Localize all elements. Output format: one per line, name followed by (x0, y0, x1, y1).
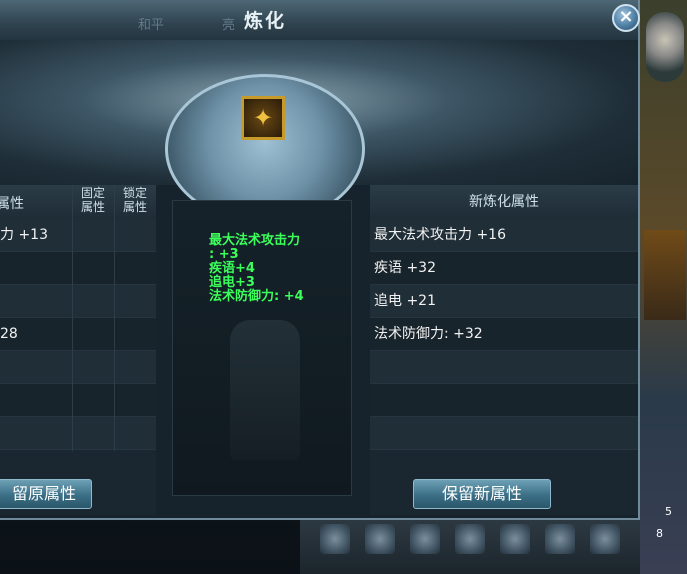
list-item (0, 285, 156, 318)
list-item: 力 +13 (0, 219, 156, 252)
refine-window: 和平 亮 炼化 × ✦ 属性 固定 属性 锁定 属性 力 +13 28 留原属性 最… (0, 0, 640, 520)
close-icon: × (618, 6, 634, 27)
original-attributes-header: 属性 固定 属性 锁定 属性 (0, 185, 156, 219)
list-item (0, 252, 156, 285)
keep-original-button[interactable]: 留原属性 (0, 479, 92, 509)
list-item (0, 417, 156, 450)
skill-count: 8 (656, 527, 663, 540)
game-background-strip (640, 0, 687, 574)
npc-banner (644, 230, 686, 320)
list-item: 28 (0, 318, 156, 351)
new-attributes-header: 新炼化属性 (370, 185, 638, 219)
list-item: 追电 +21 (370, 285, 638, 318)
decorative-statue (230, 320, 300, 460)
list-item (0, 384, 156, 417)
close-button[interactable]: × (612, 4, 640, 32)
skill-slot[interactable] (320, 524, 350, 554)
skill-bar (300, 516, 640, 574)
preview-line: 疾语+4 (209, 261, 255, 276)
list-item: 法术防御力: +32 (370, 318, 638, 351)
character-portrait[interactable] (646, 12, 684, 82)
armor-item-icon[interactable]: ✦ (241, 96, 285, 140)
skill-slot[interactable] (590, 524, 620, 554)
title-bar[interactable]: 和平 亮 炼化 (0, 0, 638, 40)
list-item: 疾语 +32 (370, 252, 638, 285)
list-item (370, 351, 638, 384)
list-item (370, 417, 638, 450)
skill-slot[interactable] (545, 524, 575, 554)
skill-slot[interactable] (455, 524, 485, 554)
skill-slot[interactable] (410, 524, 440, 554)
preview-line: 最大法术攻击力 (209, 233, 301, 248)
fixed-attribute-header: 固定 属性 (80, 186, 105, 214)
list-item (0, 351, 156, 384)
refine-preview-text: 最大法术攻击力 : +3 疾语+4 追电+3 法术防御力: +4 (209, 234, 304, 304)
lock-attribute-header: 锁定 属性 (122, 186, 147, 214)
preview-line: : +3 (209, 247, 239, 262)
skill-slot[interactable] (500, 524, 530, 554)
list-item: 最大法术攻击力 +16 (370, 219, 638, 252)
column-divider (72, 185, 73, 451)
attribute-column-header: 属性 (0, 196, 24, 212)
skill-count: 5 (665, 505, 672, 518)
refine-banner (0, 40, 638, 224)
keep-new-button[interactable]: 保留新属性 (413, 479, 551, 509)
preview-line: 追电+3 (209, 275, 255, 290)
window-title: 炼化 (243, 10, 286, 32)
list-item (370, 384, 638, 417)
column-divider (114, 185, 115, 451)
preview-line: 法术防御力: +4 (209, 289, 304, 304)
skill-slot[interactable] (365, 524, 395, 554)
